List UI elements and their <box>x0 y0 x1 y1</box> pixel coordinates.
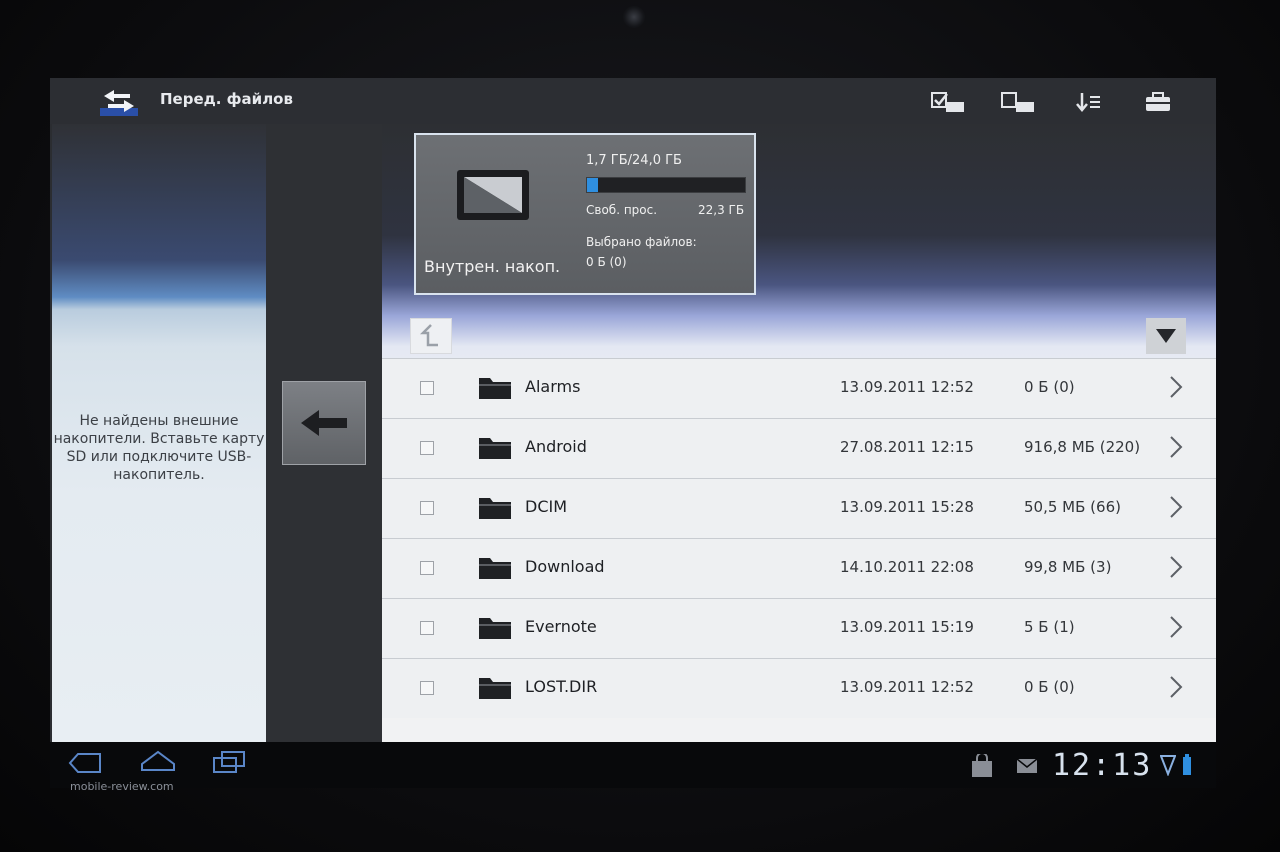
chevron-right-icon[interactable] <box>1168 673 1184 701</box>
folder-icon <box>478 674 512 700</box>
file-checkbox[interactable] <box>420 561 434 575</box>
battery-icon <box>1182 754 1192 780</box>
folder-icon <box>478 614 512 640</box>
file-name: DCIM <box>525 497 568 516</box>
free-space-value: 22,3 ГБ <box>698 203 745 217</box>
shopping-bag-icon <box>970 752 994 782</box>
storage-used: 1,7 ГБ/24,0 ГБ <box>586 153 682 168</box>
deselect-all-icon[interactable] <box>1000 88 1036 116</box>
chevron-right-icon[interactable] <box>1168 613 1184 641</box>
chevron-right-icon[interactable] <box>1168 373 1184 401</box>
folder-icon <box>478 494 512 520</box>
chevron-right-icon[interactable] <box>1168 433 1184 461</box>
transfer-back-button[interactable] <box>282 381 366 465</box>
file-size: 99,8 МБ (3) <box>1024 558 1112 576</box>
parent-folder-button[interactable] <box>410 318 452 354</box>
folder-icon <box>478 554 512 580</box>
file-row[interactable]: DCIM 13.09.2011 15:28 50,5 МБ (66) <box>382 478 1216 538</box>
mail-icon <box>1016 758 1038 778</box>
file-size: 0 Б (0) <box>1024 678 1075 696</box>
watermark-text: mobile-review.com <box>70 780 174 793</box>
selected-files-label: Выбрано файлов: <box>586 235 697 249</box>
arrow-left-icon <box>301 410 347 436</box>
triangle-down-icon <box>1156 329 1176 343</box>
recent-apps-icon[interactable] <box>212 750 246 778</box>
file-checkbox[interactable] <box>420 621 434 635</box>
file-name: Evernote <box>525 617 597 636</box>
internal-storage-card[interactable]: Внутрен. накоп. 1,7 ГБ/24,0 ГБ Своб. про… <box>414 133 756 295</box>
file-date: 27.08.2011 12:15 <box>840 438 974 456</box>
file-name: Android <box>525 437 587 456</box>
file-list: Alarms 13.09.2011 12:52 0 Б (0) Android 27.0… <box>382 358 1216 742</box>
file-name: Download <box>525 557 605 576</box>
transfer-arrows-icon[interactable] <box>100 86 138 118</box>
list-toolbar <box>382 314 1216 358</box>
wifi-signal-icon <box>1159 754 1177 780</box>
chevron-right-icon[interactable] <box>1168 493 1184 521</box>
file-size: 0 Б (0) <box>1024 378 1075 396</box>
file-checkbox[interactable] <box>420 681 434 695</box>
storage-usage-bar <box>586 177 746 193</box>
tablet-device-icon <box>456 169 530 225</box>
selected-files-value: 0 Б (0) <box>586 255 627 269</box>
file-row[interactable]: Android 27.08.2011 12:15 916,8 МБ (220) <box>382 418 1216 478</box>
file-row[interactable]: Alarms 13.09.2011 12:52 0 Б (0) <box>382 358 1216 418</box>
storage-name: Внутрен. накоп. <box>424 257 561 276</box>
file-row[interactable]: LOST.DIR 13.09.2011 12:52 0 Б (0) <box>382 658 1216 718</box>
system-nav-bar: 12:13 <box>50 742 1216 788</box>
chevron-right-icon[interactable] <box>1168 553 1184 581</box>
file-row[interactable]: Evernote 13.09.2011 15:19 5 Б (1) <box>382 598 1216 658</box>
no-external-storage-message: Не найдены внешние накопители. Вставьте … <box>53 413 265 483</box>
file-date: 13.09.2011 15:28 <box>840 498 974 516</box>
app-title: Перед. файлов <box>160 90 293 108</box>
file-row[interactable]: Download 14.10.2011 22:08 99,8 МБ (3) <box>382 538 1216 598</box>
action-bar: Перед. файлов <box>50 78 1216 124</box>
free-space-label: Своб. прос. <box>586 203 658 217</box>
file-name: LOST.DIR <box>525 677 598 696</box>
external-storage-panel: Не найдены внешние накопители. Вставьте … <box>52 124 266 742</box>
file-size: 916,8 МБ (220) <box>1024 438 1141 456</box>
file-date: 14.10.2011 22:08 <box>840 558 974 576</box>
status-clock: 12:13 <box>1052 748 1153 783</box>
file-date: 13.09.2011 12:52 <box>840 378 974 396</box>
sort-list-icon[interactable] <box>1070 88 1106 116</box>
up-arrow-icon <box>420 324 438 347</box>
folder-icon <box>478 374 512 400</box>
file-checkbox[interactable] <box>420 501 434 515</box>
file-size: 5 Б (1) <box>1024 618 1075 636</box>
sort-dropdown-button[interactable] <box>1146 318 1186 354</box>
file-name: Alarms <box>525 377 581 396</box>
screen: Перед. файлов Не найдены внешние накопит… <box>50 78 1216 742</box>
toolbox-icon[interactable] <box>1140 88 1176 116</box>
file-date: 13.09.2011 15:19 <box>840 618 974 636</box>
file-checkbox[interactable] <box>420 381 434 395</box>
home-nav-icon[interactable] <box>138 748 178 778</box>
file-size: 50,5 МБ (66) <box>1024 498 1121 516</box>
folder-icon <box>478 434 512 460</box>
front-camera <box>623 6 645 28</box>
file-date: 13.09.2011 12:52 <box>840 678 974 696</box>
back-nav-icon[interactable] <box>68 752 102 778</box>
select-all-icon[interactable] <box>930 88 966 116</box>
storage-usage-fill <box>587 178 599 192</box>
file-checkbox[interactable] <box>420 441 434 455</box>
